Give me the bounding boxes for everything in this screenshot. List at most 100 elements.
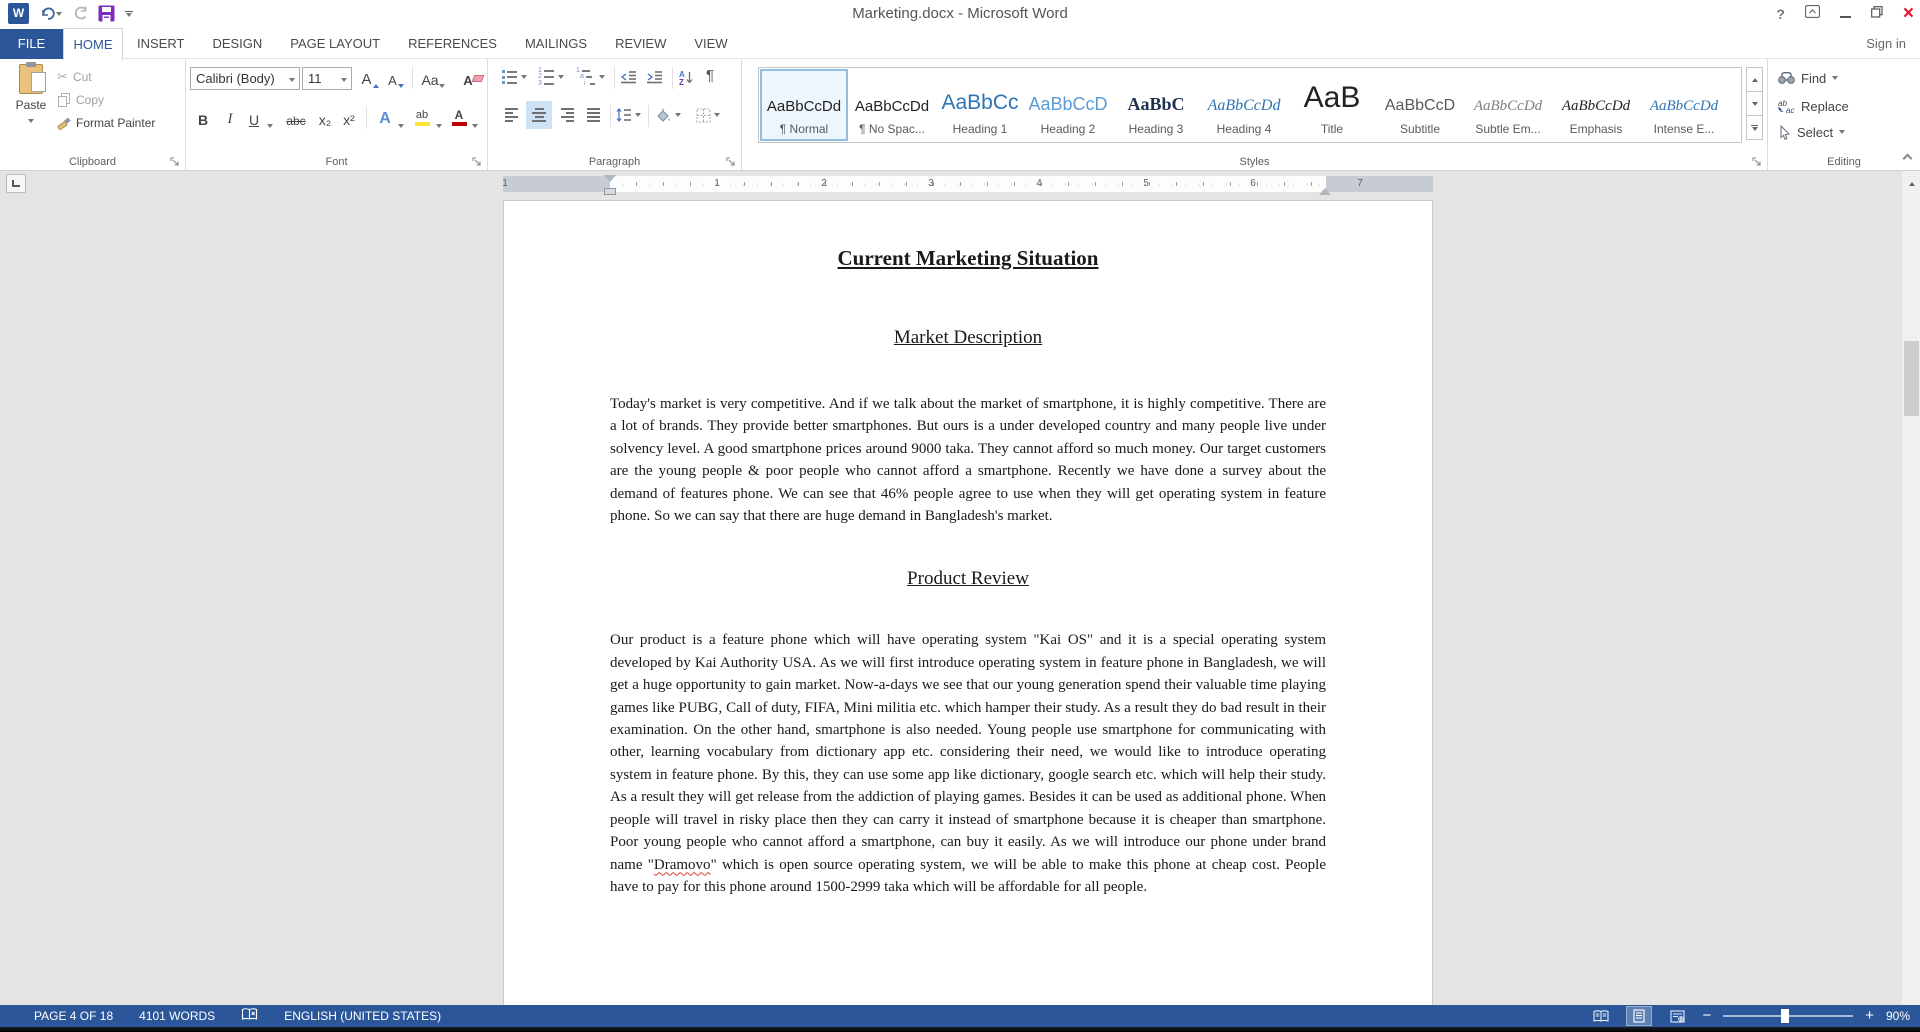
font-dialog-launcher[interactable] <box>472 155 483 166</box>
ribbon-display-options-button[interactable] <box>1805 5 1820 23</box>
tab-insert[interactable]: INSERT <box>123 29 198 59</box>
sign-in-link[interactable]: Sign in <box>1866 29 1906 59</box>
read-mode-button[interactable] <box>1588 1006 1614 1026</box>
increase-indent-button[interactable] <box>646 65 663 89</box>
style-emphasis[interactable]: AaBbCcDd Emphasis <box>1552 69 1640 141</box>
styles-gallery-more-button[interactable] <box>1746 115 1763 140</box>
numbering-button[interactable]: 1 2 3 <box>538 65 564 89</box>
page-indicator[interactable]: PAGE 4 OF 18 <box>34 1009 113 1023</box>
left-indent-marker[interactable] <box>604 188 616 195</box>
zoom-in-button[interactable]: + <box>1865 1007 1874 1025</box>
highlight-button[interactable]: ab <box>410 104 434 128</box>
find-dropdown-icon[interactable] <box>1832 76 1838 80</box>
close-button[interactable]: × <box>1903 4 1914 24</box>
tab-mailings[interactable]: MAILINGS <box>511 29 601 59</box>
scrollbar-thumb[interactable] <box>1904 341 1919 416</box>
shrink-font-button[interactable]: A <box>384 66 408 90</box>
styles-scroll-up-button[interactable] <box>1746 67 1763 92</box>
style-intense-emphasis[interactable]: AaBbCcDd Intense E... <box>1640 69 1728 141</box>
proofing-errors-button[interactable] <box>241 1007 258 1025</box>
format-painter-button[interactable]: Format Painter <box>57 113 155 133</box>
document-page[interactable]: Current Marketing Situation Market Descr… <box>503 200 1433 1005</box>
tab-review[interactable]: REVIEW <box>601 29 680 59</box>
highlight-dropdown-icon[interactable] <box>434 106 444 130</box>
print-layout-button[interactable] <box>1626 1006 1652 1026</box>
zoom-slider[interactable] <box>1723 1006 1853 1026</box>
paste-dropdown-icon[interactable] <box>28 119 34 123</box>
cut-button[interactable]: ✂ Cut <box>57 67 92 87</box>
language-indicator[interactable]: ENGLISH (UNITED STATES) <box>284 1009 441 1023</box>
subscript-button[interactable]: x₂ <box>314 106 336 130</box>
tab-references[interactable]: REFERENCES <box>394 29 511 59</box>
style-heading-3[interactable]: AaBbC Heading 3 <box>1112 69 1200 141</box>
tab-view[interactable]: VIEW <box>680 29 741 59</box>
style-heading-4[interactable]: AaBbCcDd Heading 4 <box>1200 69 1288 141</box>
decrease-indent-button[interactable] <box>620 65 637 89</box>
align-center-button[interactable] <box>526 101 552 129</box>
web-layout-button[interactable] <box>1664 1006 1690 1026</box>
superscript-button[interactable]: x² <box>338 106 360 130</box>
sort-button[interactable]: A Z <box>678 65 694 89</box>
borders-button[interactable] <box>696 103 720 127</box>
line-spacing-button[interactable] <box>616 103 641 127</box>
grow-font-button[interactable]: A <box>358 66 382 90</box>
style-title[interactable]: AaB Title <box>1288 69 1376 141</box>
underline-dropdown-icon[interactable] <box>264 106 276 130</box>
right-indent-marker[interactable] <box>1319 188 1331 195</box>
text-effects-button[interactable]: A <box>374 106 396 130</box>
zoom-slider-handle[interactable] <box>1781 1009 1789 1023</box>
align-left-button[interactable] <box>500 103 522 127</box>
justify-button[interactable] <box>582 103 604 127</box>
text-effects-dropdown-icon[interactable] <box>396 106 406 130</box>
select-dropdown-icon[interactable] <box>1839 130 1845 134</box>
paragraph-dialog-launcher[interactable] <box>726 155 737 166</box>
restore-button[interactable] <box>1871 5 1883 23</box>
help-button[interactable]: ? <box>1776 6 1785 22</box>
style-heading-2[interactable]: AaBbCcD Heading 2 <box>1024 69 1112 141</box>
style-normal[interactable]: AaBbCcDd ¶ Normal <box>760 69 848 141</box>
tab-home[interactable]: HOME <box>63 28 123 60</box>
change-case-button[interactable]: Aa <box>417 66 449 90</box>
styles-scroll-down-button[interactable] <box>1746 91 1763 116</box>
strikethrough-button[interactable]: abc <box>282 106 310 130</box>
show-hide-pilcrow-button[interactable]: ¶ <box>706 63 714 87</box>
align-right-button[interactable] <box>556 103 578 127</box>
first-line-indent-marker[interactable] <box>604 175 616 182</box>
copy-button[interactable]: Copy <box>57 90 104 110</box>
styles-dialog-launcher[interactable] <box>1752 155 1763 166</box>
select-button[interactable]: Select <box>1778 121 1845 143</box>
word-count[interactable]: 4101 WORDS <box>139 1009 215 1023</box>
replace-button[interactable]: ab ac Replace <box>1778 95 1849 117</box>
scroll-up-button[interactable] <box>1904 176 1919 192</box>
font-color-button[interactable]: A <box>448 104 470 128</box>
clipboard-dialog-launcher[interactable] <box>170 155 181 166</box>
vertical-scrollbar[interactable] <box>1901 171 1920 1005</box>
find-button[interactable]: Find <box>1778 67 1838 89</box>
font-size-dropdown-icon[interactable] <box>337 71 351 86</box>
multilevel-list-button[interactable]: 1 a i <box>576 65 605 89</box>
tab-stop-selector[interactable] <box>6 174 26 193</box>
zoom-out-button[interactable]: − <box>1702 1007 1711 1025</box>
style-subtitle[interactable]: AaBbCcD Subtitle <box>1376 69 1464 141</box>
font-name-combo[interactable]: Calibri (Body) <box>190 67 300 90</box>
bullets-button[interactable] <box>502 65 527 89</box>
italic-button[interactable]: I <box>222 106 238 130</box>
shading-button[interactable] <box>654 103 681 127</box>
minimize-button[interactable] <box>1840 16 1851 18</box>
collapse-ribbon-button[interactable] <box>1904 155 1912 163</box>
font-color-dropdown-icon[interactable] <box>470 106 480 130</box>
font-size-combo[interactable]: 11 <box>302 67 352 90</box>
tab-file[interactable]: FILE <box>0 29 63 59</box>
clear-formatting-button[interactable]: A <box>454 66 482 90</box>
underline-button[interactable]: U <box>246 106 262 130</box>
paste-button[interactable]: Paste <box>8 64 54 148</box>
style-no-spacing[interactable]: AaBbCcDd ¶ No Spac... <box>848 69 936 141</box>
style-subtle-emphasis[interactable]: AaBbCcDd Subtle Em... <box>1464 69 1552 141</box>
font-name-dropdown-icon[interactable] <box>285 71 299 86</box>
zoom-level[interactable]: 90% <box>1886 1009 1910 1023</box>
horizontal-ruler[interactable]: 1 1 2 3 4 5 6 7 <box>503 176 1433 192</box>
tab-design[interactable]: DESIGN <box>198 29 276 59</box>
bold-button[interactable]: B <box>194 106 212 130</box>
tab-page-layout[interactable]: PAGE LAYOUT <box>276 29 394 59</box>
style-heading-1[interactable]: AaBbCc Heading 1 <box>936 69 1024 141</box>
